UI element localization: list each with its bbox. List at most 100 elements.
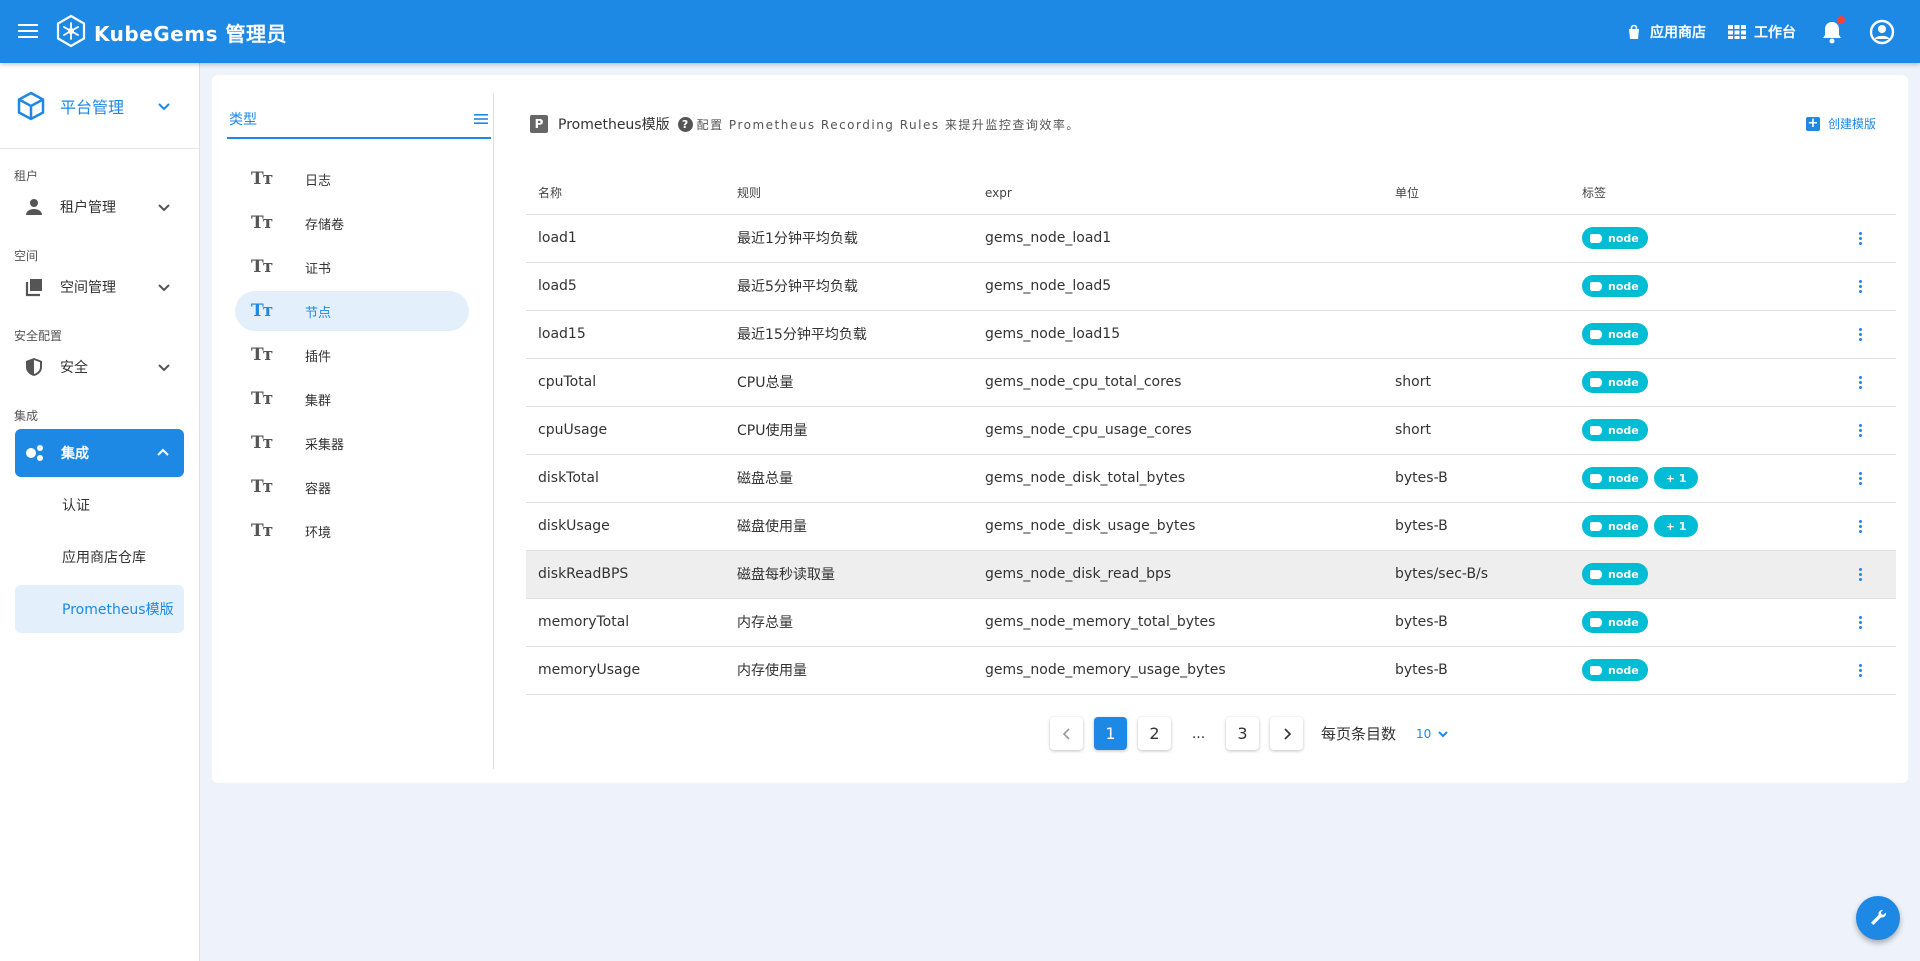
cell-unit: bytes/sec-B/s	[1383, 550, 1570, 599]
more-vert-icon[interactable]	[1850, 372, 1870, 392]
table-row[interactable]: memoryUsage 内存使用量 gems_node_memory_usage_b…	[526, 646, 1896, 695]
chevron-down-icon	[158, 102, 170, 110]
cell-expr: gems_node_cpu_total_cores	[973, 358, 1383, 407]
more-tags-chip[interactable]: + 1	[1653, 515, 1699, 537]
table-header-row: 名称 规则 expr 单位 标签	[526, 172, 1896, 215]
table-row[interactable]: load5 最近5分钟平均负载 gems_node_load5 node	[526, 262, 1896, 311]
type-item[interactable]: Tт 证书	[235, 247, 469, 287]
sidebar-item-security[interactable]: 安全	[0, 345, 199, 389]
platform-selector[interactable]: 平台管理	[0, 63, 199, 149]
tag-chip-text: node	[1608, 423, 1639, 437]
type-item[interactable]: Tт 环境	[235, 511, 469, 551]
text-type-icon: Tт	[251, 521, 273, 541]
table-row[interactable]: cpuUsage CPU使用量 gems_node_cpu_usage_cores s…	[526, 406, 1896, 455]
table-row[interactable]: diskReadBPS 磁盘每秒读取量 gems_node_disk_read_bp…	[526, 550, 1896, 599]
prev-page-button[interactable]	[1050, 717, 1083, 750]
per-page-select[interactable]: 10	[1416, 727, 1449, 741]
type-item[interactable]: Tт 集群	[235, 379, 469, 419]
sidebar-subitem-prometheus-template[interactable]: Prometheus模版	[15, 585, 184, 633]
tag-chip: node	[1582, 419, 1648, 441]
table-row[interactable]: load15 最近15分钟平均负载 gems_node_load15 node	[526, 310, 1896, 359]
text-type-icon: Tт	[251, 433, 273, 453]
list-icon[interactable]	[473, 112, 489, 126]
tag-chip-text: node	[1608, 663, 1639, 677]
cell-name: load15	[526, 310, 725, 359]
app-store-button[interactable]: 应用商店	[1626, 22, 1706, 42]
type-list: Tт 日志 Tт 存储卷 Tт 证书 Tт 节点 Tт 插件 Tт 集群 Tт 采集器 Tт 容器 Tт 环境	[235, 159, 469, 555]
text-type-icon: Tт	[251, 345, 273, 365]
page-button-3[interactable]: 3	[1226, 717, 1259, 750]
group-title-security-config: 安全配置	[14, 329, 63, 343]
tag-chip-text: node	[1608, 231, 1639, 245]
per-page-label: 每页条目数	[1321, 725, 1397, 743]
cell-expr: gems_node_memory_usage_bytes	[973, 646, 1383, 695]
label-icon	[1590, 377, 1602, 387]
cell-expr: gems_node_load5	[973, 262, 1383, 311]
more-vert-icon[interactable]	[1850, 468, 1870, 488]
more-vert-icon[interactable]	[1850, 420, 1870, 440]
notifications-button[interactable]	[1818, 15, 1846, 46]
sidebar-item-space-management[interactable]: 空间管理	[0, 265, 199, 309]
shopping-bag-icon	[1629, 24, 1639, 39]
cell-expr: gems_node_load1	[973, 214, 1383, 263]
cell-actions	[1829, 262, 1896, 311]
more-vert-icon[interactable]	[1850, 612, 1870, 632]
type-item[interactable]: Tт 插件	[235, 335, 469, 375]
cell-actions	[1829, 646, 1896, 695]
table-row[interactable]: memoryTotal 内存总量 gems_node_memory_total_by…	[526, 598, 1896, 647]
tools-fab-button[interactable]	[1856, 896, 1900, 940]
type-item-label: 节点	[305, 305, 332, 321]
column-header-expr: expr	[973, 172, 1383, 215]
label-icon	[1590, 521, 1602, 531]
tag-chip: node	[1582, 659, 1648, 681]
cell-rule: 磁盘使用量	[725, 502, 973, 551]
more-vert-icon[interactable]	[1850, 564, 1870, 584]
type-item[interactable]: Tт 日志	[235, 159, 469, 199]
kubegems-logo	[56, 14, 86, 48]
table-row[interactable]: load1 最近1分钟平均负载 gems_node_load1 node	[526, 214, 1896, 263]
cell-tags: node	[1570, 598, 1829, 647]
cell-expr: gems_node_memory_total_bytes	[973, 598, 1383, 647]
sidebar-subitem-auth[interactable]: 认证	[0, 481, 199, 529]
create-template-button[interactable]: + 创建模版	[1805, 115, 1876, 132]
text-type-icon: Tт	[251, 169, 273, 189]
tag-chip-text: node	[1608, 567, 1639, 581]
prometheus-badge-icon: P	[530, 115, 548, 133]
cell-tags: node	[1570, 406, 1829, 455]
workbench-button[interactable]: 工作台	[1728, 22, 1796, 42]
create-template-label: 创建模版	[1827, 117, 1876, 131]
type-item[interactable]: Tт 采集器	[235, 423, 469, 463]
more-vert-icon[interactable]	[1850, 324, 1870, 344]
account-icon[interactable]	[1868, 18, 1896, 46]
cell-expr: gems_node_load15	[973, 310, 1383, 359]
sidebar-subitem-app-store-repo[interactable]: 应用商店仓库	[0, 533, 199, 581]
type-item[interactable]: Tт 存储卷	[235, 203, 469, 243]
page-button-1[interactable]: 1	[1094, 717, 1127, 750]
type-tab[interactable]: 类型	[227, 101, 491, 139]
cell-name: memoryTotal	[526, 598, 725, 647]
more-vert-icon[interactable]	[1850, 228, 1870, 248]
grid-icon	[1728, 24, 1746, 39]
type-item[interactable]: Tт 容器	[235, 467, 469, 507]
cell-name: diskUsage	[526, 502, 725, 551]
top-app-bar: KubeGems 管理员 应用商店 工作台	[0, 0, 1920, 63]
cell-rule: CPU总量	[725, 358, 973, 407]
table-row[interactable]: diskTotal 磁盘总量 gems_node_disk_total_bytes b…	[526, 454, 1896, 503]
more-vert-icon[interactable]	[1850, 660, 1870, 680]
type-item-label: 容器	[305, 481, 332, 497]
table-row[interactable]: cpuTotal CPU总量 gems_node_cpu_total_cores sh…	[526, 358, 1896, 407]
menu-icon[interactable]	[16, 20, 40, 44]
type-item[interactable]: Tт 节点	[235, 291, 469, 331]
sidebar-item-integration[interactable]: 集成	[15, 429, 184, 477]
next-page-button[interactable]	[1270, 717, 1303, 750]
more-vert-icon[interactable]	[1850, 516, 1870, 536]
page-button-2[interactable]: 2	[1138, 717, 1171, 750]
table-row[interactable]: diskUsage 磁盘使用量 gems_node_disk_usage_bytes…	[526, 502, 1896, 551]
sidebar-item-tenant-management[interactable]: 租户管理	[0, 185, 199, 229]
page-title: Prometheus模版	[558, 117, 670, 133]
pagination: 1 2 ... 3 每页条目数 10	[1050, 717, 1449, 750]
more-tags-chip[interactable]: + 1	[1653, 467, 1699, 489]
tag-chip: node	[1582, 515, 1648, 537]
more-vert-icon[interactable]	[1850, 276, 1870, 296]
cell-unit: short	[1383, 406, 1570, 455]
